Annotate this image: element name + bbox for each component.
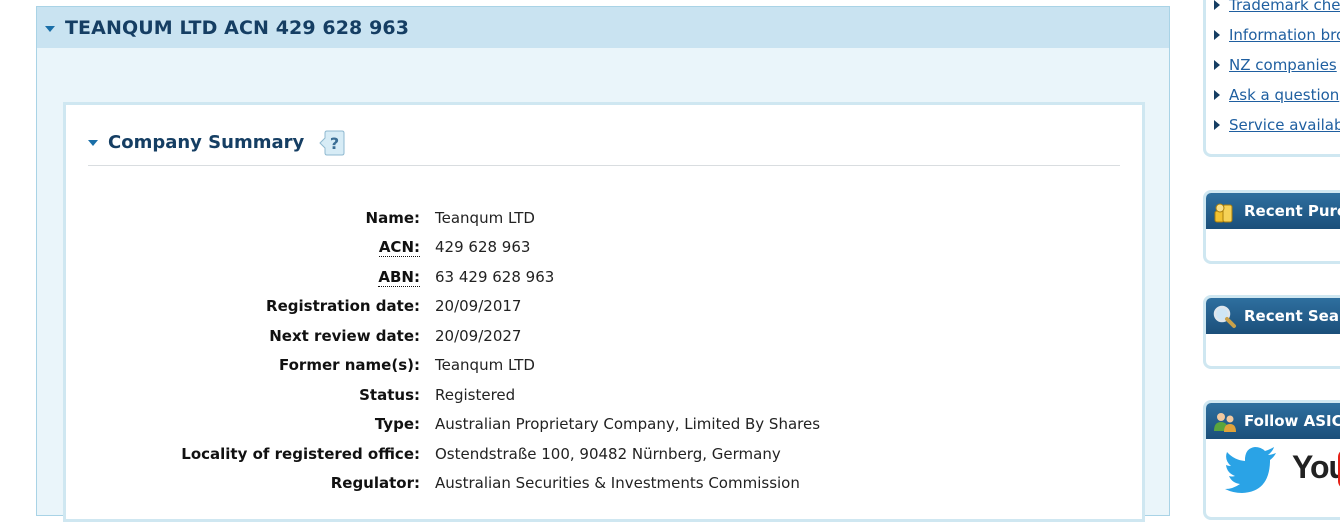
detail-label: Former name(s): [278, 356, 420, 375]
twitter-icon[interactable] [1224, 445, 1280, 497]
detail-row-locality: Locality of registered office: Ostendstr… [66, 439, 1142, 469]
people-icon [1212, 409, 1238, 433]
sidebar-links-box: Trademark che Information bro NZ compani… [1203, 0, 1340, 157]
sidebar-link-item[interactable]: Service availabi [1214, 110, 1340, 140]
detail-label: ABN: [378, 267, 420, 287]
sidebar-link[interactable]: Trademark che [1229, 0, 1340, 14]
company-summary-header[interactable]: Company Summary ? [88, 119, 1120, 166]
detail-value: Teanqum LTD [435, 356, 535, 375]
detail-value: Registered [435, 385, 516, 404]
detail-value: Australian Securities & Investments Comm… [435, 474, 800, 493]
widget-title: Recent Purch [1244, 202, 1340, 220]
recent-purchases-widget: Recent Purch [1203, 190, 1340, 264]
help-icon[interactable]: ? [316, 130, 345, 156]
svg-text:?: ? [330, 134, 339, 153]
company-summary-section: Company Summary ? Name: Teanqum LTD ACN:… [63, 102, 1145, 522]
detail-row-regulator: Regulator: Australian Securities & Inves… [66, 469, 1142, 499]
sidebar-link[interactable]: NZ companies [1229, 56, 1337, 74]
detail-value: Australian Proprietary Company, Limited … [435, 415, 821, 434]
detail-label: Locality of registered office: [181, 444, 420, 463]
detail-row-next-review-date: Next review date: 20/09/2027 [66, 321, 1142, 351]
bullet-triangle-icon [1214, 90, 1220, 100]
sidebar-link-item[interactable]: Ask a question [1214, 80, 1340, 110]
recent-searches-header[interactable]: Recent Searc [1206, 298, 1340, 334]
detail-value: 63 429 628 963 [435, 267, 555, 286]
sidebar-link-item[interactable]: Trademark che [1214, 0, 1340, 20]
magnifier-icon [1212, 304, 1238, 328]
company-panel-header[interactable]: TEANQUM LTD ACN 429 628 963 [37, 7, 1169, 48]
detail-label: Regulator: [330, 474, 420, 493]
detail-row-abn: ABN: 63 429 628 963 [66, 262, 1142, 292]
sidebar-link[interactable]: Information bro [1229, 26, 1340, 44]
coins-icon [1212, 199, 1238, 223]
widget-title: Recent Searc [1244, 307, 1340, 325]
widget-title: Follow ASIC [1244, 412, 1340, 430]
youtube-logo[interactable]: You [1292, 449, 1340, 486]
detail-row-type: Type: Australian Proprietary Company, Li… [66, 410, 1142, 440]
sidebar-link[interactable]: Ask a question [1229, 86, 1339, 104]
detail-label: Registration date: [266, 297, 420, 316]
page-title: TEANQUM LTD ACN 429 628 963 [65, 16, 410, 39]
detail-value: 429 628 963 [435, 238, 531, 257]
detail-label: Status: [359, 385, 420, 404]
detail-row-former-names: Former name(s): Teanqum LTD [66, 351, 1142, 381]
bullet-triangle-icon [1214, 120, 1220, 130]
detail-row-registration-date: Registration date: 20/09/2017 [66, 292, 1142, 322]
detail-label: Next review date: [269, 326, 420, 345]
section-title: Company Summary [108, 131, 305, 153]
bullet-triangle-icon [1214, 30, 1220, 40]
detail-value: Ostendstraße 100, 90482 Nürnberg, German… [435, 444, 781, 463]
collapse-triangle-icon[interactable] [88, 140, 98, 146]
sidebar-link[interactable]: Service availabi [1229, 116, 1340, 134]
company-panel: TEANQUM LTD ACN 429 628 963 Company Summ… [36, 6, 1170, 522]
detail-row-name: Name: Teanqum LTD [66, 203, 1142, 233]
follow-asic-widget: Follow ASIC You [1203, 400, 1340, 520]
sidebar-link-item[interactable]: NZ companies [1214, 50, 1340, 80]
follow-asic-header[interactable]: Follow ASIC [1206, 403, 1340, 439]
sidebar-link-item[interactable]: Information bro [1214, 20, 1340, 50]
detail-label: Type: [374, 415, 420, 434]
collapse-triangle-icon[interactable] [45, 25, 55, 32]
detail-label: ACN: [378, 238, 420, 258]
bullet-triangle-icon [1214, 60, 1220, 70]
bullet-triangle-icon [1214, 0, 1220, 10]
detail-value: Teanqum LTD [435, 208, 535, 227]
detail-row-status: Status: Registered [66, 380, 1142, 410]
detail-value: 20/09/2017 [435, 297, 522, 316]
company-details-list: Name: Teanqum LTD ACN: 429 628 963 ABN: … [66, 203, 1142, 498]
detail-value: 20/09/2027 [435, 326, 522, 345]
detail-row-acn: ACN: 429 628 963 [66, 233, 1142, 263]
social-icons: You [1206, 439, 1340, 517]
recent-purchases-header[interactable]: Recent Purch [1206, 193, 1340, 229]
detail-label: Name: [365, 208, 420, 227]
recent-searches-widget: Recent Searc [1203, 295, 1340, 369]
